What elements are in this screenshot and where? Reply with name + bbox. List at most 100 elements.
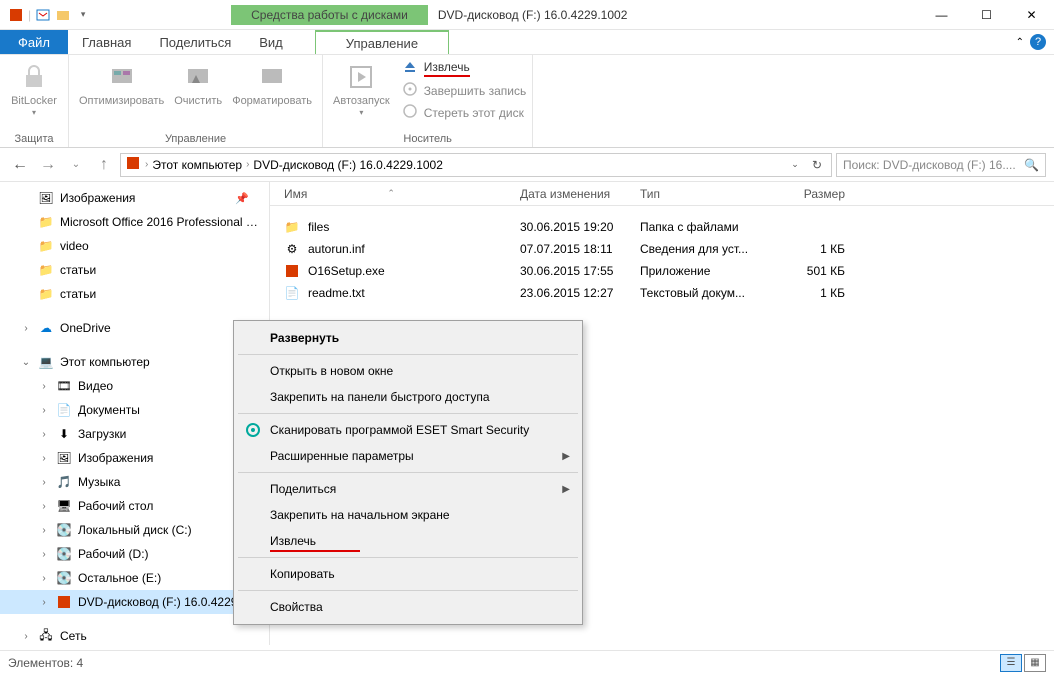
optimize-icon	[106, 61, 138, 93]
ctx-pin-start[interactable]: Закрепить на начальном экране	[236, 502, 580, 528]
expand-icon[interactable]: ›	[20, 323, 32, 334]
folder-icon: 📁	[38, 262, 54, 278]
ctx-advanced[interactable]: Расширенные параметры ▶	[236, 443, 580, 469]
ctx-expand[interactable]: Развернуть	[236, 325, 580, 351]
file-row[interactable]: O16Setup.exe 30.06.2015 17:55 Приложение…	[270, 260, 1054, 282]
desktop-icon: 🖥	[56, 498, 72, 514]
new-folder-icon[interactable]	[55, 7, 71, 23]
file-row[interactable]: 📄readme.txt 23.06.2015 12:27 Текстовый д…	[270, 282, 1054, 304]
sidebar-item-office[interactable]: 📁Microsoft Office 2016 Professional Plus	[0, 210, 269, 234]
sidebar-item-images[interactable]: 🖼Изображения📌	[0, 186, 269, 210]
sidebar-item-downloads[interactable]: ›⬇Загрузки	[0, 422, 269, 446]
music-icon: 🎵	[56, 474, 72, 490]
cleanup-button[interactable]: Очистить	[170, 59, 226, 110]
folder-icon: 📁	[38, 238, 54, 254]
collapse-ribbon-icon[interactable]: ⌃	[1016, 37, 1024, 48]
view-details-button[interactable]: ☰	[1000, 654, 1022, 672]
drive-icon: 💽	[56, 522, 72, 538]
folder-icon: 📁	[38, 286, 54, 302]
eject-button[interactable]: Извлечь	[402, 59, 527, 78]
ctx-eject[interactable]: Извлечь	[236, 528, 580, 554]
sidebar-item-desktop[interactable]: ›🖥Рабочий стол	[0, 494, 269, 518]
properties-icon[interactable]	[35, 7, 51, 23]
titlebar: | ▾ Средства работы с дисками DVD-дисков…	[0, 0, 1054, 30]
sidebar-item-drivee[interactable]: ›💽Остальное (E:)	[0, 566, 269, 590]
breadcrumb-root[interactable]: Этот компьютер	[152, 158, 242, 172]
folder-icon: 📁	[284, 219, 300, 235]
menubar: Файл Главная Поделиться Вид Управление ⌃…	[0, 30, 1054, 55]
qat-separator: |	[28, 8, 31, 22]
tab-file[interactable]: Файл	[0, 30, 68, 54]
ctx-properties[interactable]: Свойства	[236, 594, 580, 620]
close-button[interactable]: ✕	[1009, 0, 1054, 30]
chevron-right-icon: ▶	[562, 484, 570, 495]
format-button[interactable]: Форматировать	[228, 59, 316, 110]
help-icon[interactable]: ?	[1030, 34, 1046, 50]
sidebar-item-drivec[interactable]: ›💽Локальный диск (C:)	[0, 518, 269, 542]
sidebar-item-dvd[interactable]: ›DVD-дисковод (F:) 16.0.4229.1002	[0, 590, 269, 614]
refresh-button[interactable]: ↻	[807, 155, 827, 175]
breadcrumb-current[interactable]: DVD-дисковод (F:) 16.0.4229.1002	[253, 158, 443, 172]
ribbon: BitLocker ▾ Защита Оптимизировать Очисти…	[0, 55, 1054, 148]
history-dropdown[interactable]: ⌄	[64, 153, 88, 177]
sidebar-item-articles2[interactable]: 📁статьи	[0, 282, 269, 306]
sidebar-item-documents[interactable]: ›📄Документы	[0, 398, 269, 422]
back-button[interactable]: ←	[8, 153, 32, 177]
ctx-new-window[interactable]: Открыть в новом окне	[236, 358, 580, 384]
maximize-button[interactable]: ☐	[964, 0, 1009, 30]
forward-button[interactable]: →	[36, 153, 60, 177]
ctx-copy[interactable]: Копировать	[236, 561, 580, 587]
tab-share[interactable]: Поделиться	[145, 30, 245, 54]
sidebar-item-video[interactable]: 📁video	[0, 234, 269, 258]
collapse-icon[interactable]: ⌄	[20, 357, 32, 368]
up-button[interactable]: ↑	[92, 153, 116, 177]
pin-icon: 📌	[235, 192, 249, 205]
address-bar[interactable]: › Этот компьютер › DVD-дисковод (F:) 16.…	[120, 153, 832, 177]
chevron-right-icon: ▶	[562, 451, 570, 462]
tab-manage[interactable]: Управление	[315, 30, 449, 54]
autorun-button[interactable]: Автозапуск ▾	[329, 59, 394, 122]
ctx-eset-scan[interactable]: Сканировать программой ESET Smart Securi…	[236, 417, 580, 443]
window-title: DVD-дисковод (F:) 16.0.4229.1002	[438, 8, 628, 22]
address-dropdown[interactable]: ⌄	[785, 155, 805, 175]
txt-icon: 📄	[284, 285, 300, 301]
context-menu: Развернуть Открыть в новом окне Закрепит…	[233, 320, 583, 625]
ctx-share[interactable]: Поделиться ▶	[236, 476, 580, 502]
sidebar-item-articles1[interactable]: 📁статьи	[0, 258, 269, 282]
sidebar-item-drived[interactable]: ›💽Рабочий (D:)	[0, 542, 269, 566]
context-tab-label: Средства работы с дисками	[231, 5, 428, 25]
minimize-button[interactable]: —	[919, 0, 964, 30]
search-input[interactable]: Поиск: DVD-дисковод (F:) 16.... 🔍	[836, 153, 1046, 177]
computer-icon: 💻	[38, 354, 54, 370]
view-icons-button[interactable]: ▦	[1024, 654, 1046, 672]
ctx-pin-quick[interactable]: Закрепить на панели быстрого доступа	[236, 384, 580, 410]
inf-icon: ⚙	[284, 241, 300, 257]
qat-dropdown-icon[interactable]: ▾	[75, 7, 91, 23]
sidebar-item-onedrive[interactable]: ›☁OneDrive	[0, 316, 269, 340]
folder-icon: 📁	[38, 214, 54, 230]
finalize-button[interactable]: Завершить запись	[402, 81, 527, 100]
office-drive-icon	[125, 155, 141, 174]
highlight-underline	[270, 550, 360, 552]
onedrive-icon: ☁	[38, 320, 54, 336]
file-row[interactable]: ⚙autorun.inf 07.07.2015 18:11 Сведения д…	[270, 238, 1054, 260]
tab-home[interactable]: Главная	[68, 30, 145, 54]
exe-icon	[284, 263, 300, 279]
file-row[interactable]: 📁files 30.06.2015 19:20 Папка с файлами	[270, 216, 1054, 238]
format-icon	[256, 61, 288, 93]
sidebar: 🖼Изображения📌 📁Microsoft Office 2016 Pro…	[0, 182, 270, 645]
sidebar-item-videos[interactable]: ›🎞Видео	[0, 374, 269, 398]
drive-icon: 💽	[56, 546, 72, 562]
sidebar-item-pictures[interactable]: ›🖼Изображения	[0, 446, 269, 470]
tab-view[interactable]: Вид	[245, 30, 297, 54]
sidebar-item-network[interactable]: ›🖧Сеть	[0, 624, 269, 645]
optimize-button[interactable]: Оптимизировать	[75, 59, 168, 110]
ribbon-group-media: Носитель	[329, 131, 526, 145]
column-headers[interactable]: Имя⌃ Дата изменения Тип Размер	[270, 182, 1054, 206]
erase-button[interactable]: Стереть этот диск	[402, 103, 527, 122]
bitlocker-button[interactable]: BitLocker ▾	[6, 59, 62, 119]
statusbar: Элементов: 4 ☰ ▦	[0, 650, 1054, 674]
sidebar-item-music[interactable]: ›🎵Музыка	[0, 470, 269, 494]
sidebar-item-thispc[interactable]: ⌄💻Этот компьютер	[0, 350, 269, 374]
status-count: Элементов: 4	[8, 656, 83, 670]
